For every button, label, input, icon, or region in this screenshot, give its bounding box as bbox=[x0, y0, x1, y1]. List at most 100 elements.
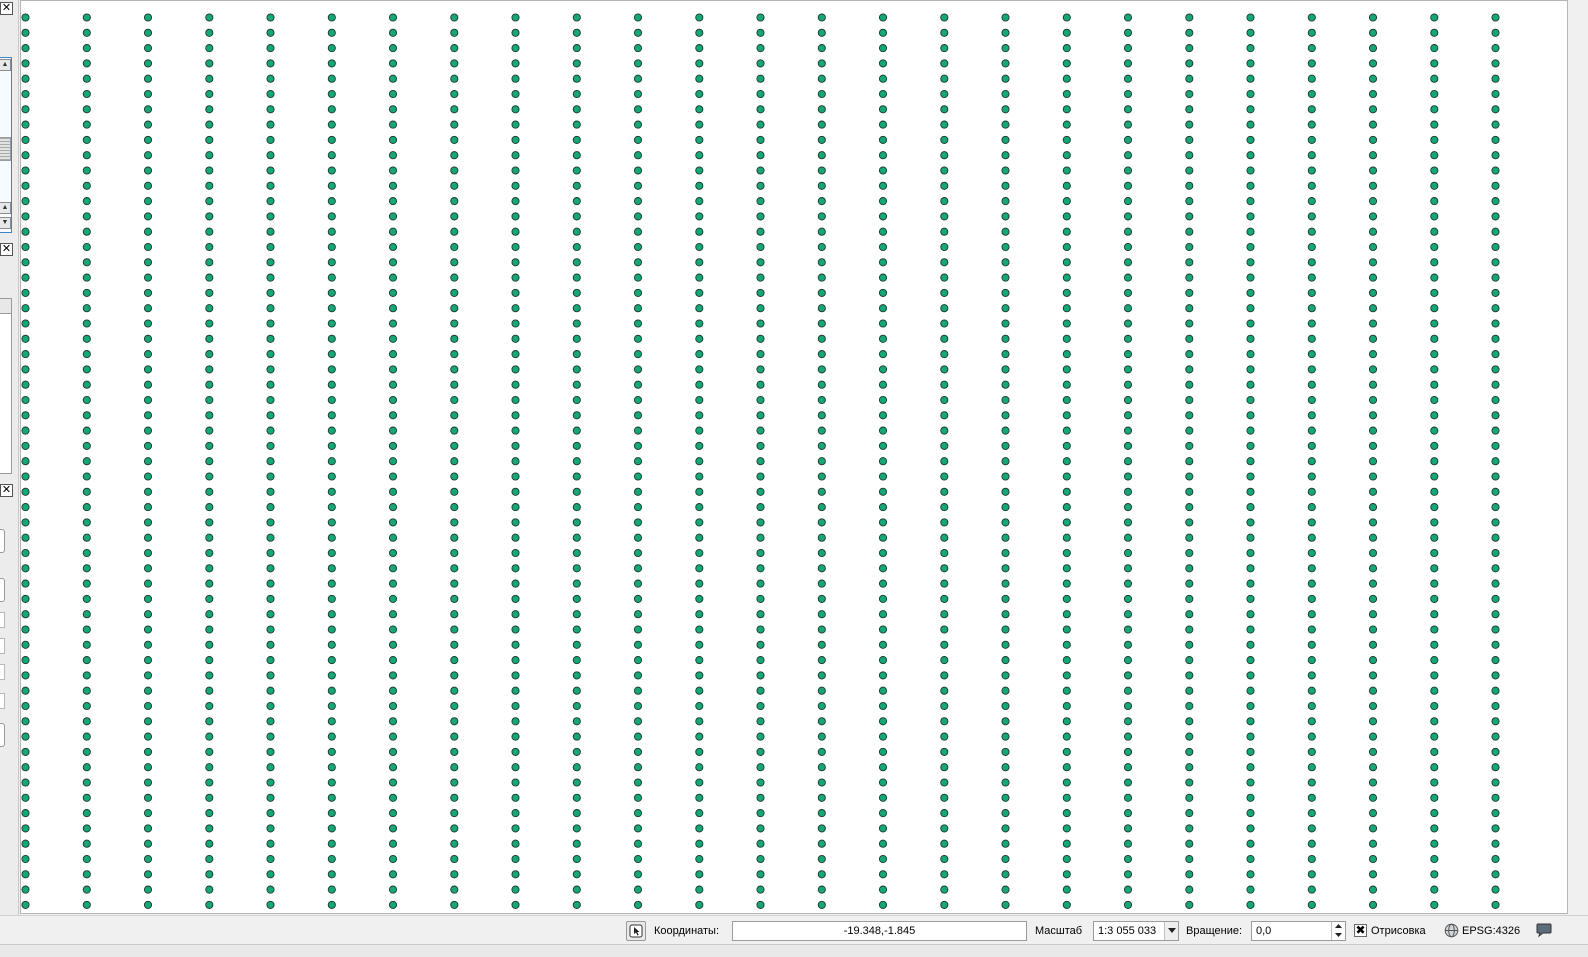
map-point bbox=[450, 151, 459, 160]
map-point bbox=[940, 793, 949, 802]
map-point bbox=[817, 258, 826, 267]
map-point bbox=[756, 564, 765, 573]
map-point bbox=[143, 151, 153, 160]
map-point bbox=[1307, 854, 1316, 864]
messages-icon[interactable] bbox=[1535, 923, 1553, 938]
coordinates-field[interactable]: -19.348,-1.845 bbox=[732, 920, 1027, 941]
map-point bbox=[1307, 59, 1316, 68]
panel-field-2[interactable] bbox=[0, 578, 5, 602]
map-point bbox=[572, 181, 581, 190]
map-point bbox=[21, 778, 30, 787]
map-point bbox=[143, 885, 153, 894]
map-point bbox=[1123, 395, 1133, 405]
map-point bbox=[1001, 564, 1010, 573]
map-point bbox=[327, 105, 336, 114]
map-point bbox=[511, 380, 520, 389]
map-point bbox=[266, 212, 275, 221]
map-point bbox=[695, 579, 704, 588]
panel-field-1[interactable] bbox=[0, 529, 5, 553]
panel-control-2[interactable] bbox=[0, 638, 5, 654]
scrollbar-grip[interactable] bbox=[0, 137, 11, 161]
map-point bbox=[450, 503, 459, 512]
map-point bbox=[572, 242, 581, 252]
map-point bbox=[266, 242, 275, 252]
map-point bbox=[21, 640, 30, 649]
dock-close-button-2[interactable]: ✕ bbox=[0, 243, 13, 256]
map-point bbox=[756, 640, 765, 649]
map-point bbox=[21, 824, 30, 833]
map-point bbox=[817, 242, 826, 252]
map-point bbox=[1185, 533, 1194, 542]
map-point bbox=[878, 105, 888, 114]
map-point bbox=[450, 227, 459, 236]
map-point bbox=[1246, 793, 1255, 802]
chevron-down-icon[interactable] bbox=[1332, 931, 1345, 940]
map-point bbox=[21, 288, 30, 297]
map-point bbox=[572, 763, 581, 772]
map-point bbox=[1491, 44, 1500, 53]
map-point bbox=[940, 809, 949, 818]
scroll-up-button-2[interactable]: ▲ bbox=[0, 202, 11, 214]
map-point bbox=[511, 656, 520, 665]
map-point bbox=[21, 74, 30, 83]
map-point bbox=[756, 44, 765, 53]
panel-control-4[interactable] bbox=[0, 693, 5, 709]
chevron-up-icon[interactable] bbox=[1332, 922, 1345, 931]
map-point bbox=[1062, 533, 1071, 542]
map-point bbox=[572, 900, 581, 909]
map-point bbox=[572, 350, 581, 359]
map-point bbox=[1491, 319, 1500, 328]
map-point bbox=[633, 13, 643, 22]
panel-control-1[interactable] bbox=[0, 612, 5, 628]
map-point bbox=[756, 319, 765, 328]
map-point bbox=[327, 426, 336, 435]
map-point bbox=[572, 120, 581, 129]
map-point bbox=[1430, 120, 1439, 129]
map-point bbox=[940, 824, 949, 833]
map-point bbox=[817, 503, 826, 512]
map-point bbox=[1368, 242, 1378, 252]
scroll-up-button[interactable]: ▲ bbox=[0, 59, 11, 71]
map-point bbox=[1123, 59, 1133, 68]
panel-control-3[interactable] bbox=[0, 664, 5, 680]
map-point bbox=[756, 854, 765, 864]
map-point bbox=[633, 273, 643, 282]
map-point bbox=[1001, 395, 1010, 405]
map-point bbox=[327, 304, 336, 313]
map-point bbox=[82, 518, 91, 527]
globe-crs-icon[interactable] bbox=[1444, 923, 1459, 938]
mouse-toggle-icon[interactable] bbox=[626, 920, 646, 941]
map-point bbox=[878, 533, 888, 542]
crs-label[interactable]: EPSG:4326 bbox=[1462, 925, 1520, 937]
dock-close-button-3[interactable]: ✕ bbox=[0, 484, 13, 497]
map-point bbox=[511, 809, 520, 818]
scroll-down-button[interactable]: ▼ bbox=[0, 217, 11, 229]
map-canvas[interactable] bbox=[20, 0, 1568, 914]
map-point bbox=[1001, 334, 1010, 343]
map-point bbox=[511, 548, 520, 558]
rotation-stepper[interactable] bbox=[1331, 921, 1345, 940]
map-point bbox=[756, 212, 765, 221]
chevron-down-icon[interactable] bbox=[1164, 921, 1178, 940]
map-point bbox=[327, 151, 336, 160]
map-point bbox=[1430, 74, 1439, 83]
map-point bbox=[327, 273, 336, 282]
map-point bbox=[511, 304, 520, 313]
map-point bbox=[388, 487, 398, 496]
map-point bbox=[511, 564, 520, 573]
map-point bbox=[572, 839, 581, 848]
map-point bbox=[695, 74, 704, 83]
map-point bbox=[82, 594, 91, 603]
map-point bbox=[572, 579, 581, 588]
render-checkbox[interactable]: ✖ bbox=[1354, 924, 1367, 937]
map-point bbox=[21, 686, 30, 695]
panel-field-3[interactable] bbox=[0, 723, 5, 747]
map-point bbox=[327, 411, 336, 420]
dock-close-button-1[interactable]: ✕ bbox=[0, 2, 13, 15]
rotation-spinbox[interactable]: 0,0 bbox=[1251, 920, 1346, 941]
map-point bbox=[1491, 105, 1500, 114]
map-point bbox=[327, 181, 336, 190]
map-point bbox=[1368, 135, 1378, 144]
map-point bbox=[327, 89, 336, 99]
scale-combobox[interactable]: 1:3 055 033 bbox=[1093, 920, 1179, 941]
